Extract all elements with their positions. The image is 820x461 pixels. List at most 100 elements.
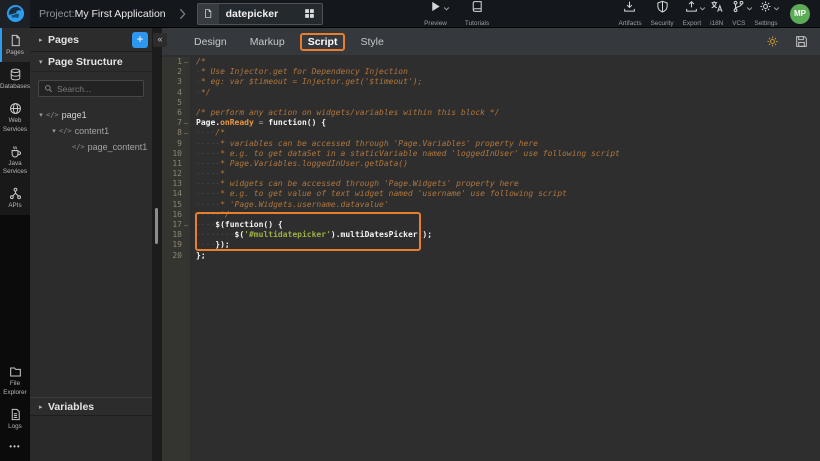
code-line: ·····* Page.Variables.loggedInUser.getDa… bbox=[196, 159, 620, 169]
artifacts-icon-wrap bbox=[623, 0, 636, 18]
code-line: ·····* bbox=[196, 169, 620, 179]
gutter-line: 10 bbox=[162, 149, 190, 159]
settings-icon-wrap bbox=[759, 0, 772, 18]
fold-spacer bbox=[182, 67, 190, 77]
tab-design[interactable]: Design bbox=[186, 33, 235, 51]
variables-title: Variables bbox=[48, 401, 94, 413]
code-token: * eg: var $timeout = Injector.get('$time… bbox=[201, 77, 423, 86]
add-page-button[interactable]: + bbox=[132, 32, 148, 48]
sidebar-item-databases[interactable]: Databases bbox=[0, 62, 30, 96]
security-button[interactable]: Security bbox=[651, 0, 674, 27]
code-line: ·* Use Injector.get for Dependency Injec… bbox=[196, 67, 620, 77]
sidebar-item-logs[interactable]: Logs bbox=[0, 402, 30, 436]
code-token: }); bbox=[215, 240, 229, 249]
code-token: onReady bbox=[220, 118, 254, 127]
artifacts-button[interactable]: Artifacts bbox=[618, 0, 641, 27]
sidebar-item-label: Databases bbox=[0, 83, 30, 91]
fold-spacer bbox=[182, 169, 190, 179]
sidebar-item-web-services[interactable]: Web Services bbox=[0, 96, 30, 138]
pages-panel-header[interactable]: ▸ Pages + bbox=[30, 28, 152, 52]
i18n-button[interactable]: i18N bbox=[710, 0, 723, 27]
indent-whitespace: ····· bbox=[196, 179, 220, 188]
code-token: = bbox=[254, 118, 268, 127]
fold-marker-icon[interactable]: – bbox=[182, 118, 190, 128]
security-icon-wrap bbox=[656, 0, 669, 18]
indent-whitespace: ···· bbox=[196, 220, 215, 229]
sidebar-item-pages[interactable]: Pages bbox=[0, 28, 30, 62]
search-box[interactable] bbox=[38, 80, 144, 97]
pages-icon bbox=[9, 34, 22, 47]
fold-spacer bbox=[182, 210, 190, 220]
panel-divider[interactable] bbox=[152, 28, 162, 461]
gutter-line: 13 bbox=[162, 179, 190, 189]
artifacts-icon bbox=[623, 0, 636, 18]
tree-item-label: page_content1 bbox=[88, 142, 148, 152]
fold-marker-icon[interactable]: – bbox=[182, 220, 190, 230]
script-editor[interactable]: 1–234567–8–91011121314151617–181920 /*·*… bbox=[162, 55, 820, 461]
code-token: function() { bbox=[268, 118, 326, 127]
tree-item-page_content1[interactable]: </>page_content1 bbox=[30, 139, 152, 155]
collapse-panel-icon[interactable]: « bbox=[153, 33, 167, 47]
tab-style[interactable]: Style bbox=[352, 33, 391, 51]
code-token: ). bbox=[331, 230, 341, 239]
code-line: ·····* e.g. to get dataSet in a staticVa… bbox=[196, 149, 620, 159]
sidebar-item-file-explorer[interactable]: File Explorer bbox=[0, 359, 30, 401]
save-icon[interactable] bbox=[795, 35, 808, 48]
file-explorer-icon bbox=[9, 365, 22, 378]
tree-item-page1[interactable]: ▾</>page1 bbox=[30, 107, 152, 123]
code-line: /* perform any action on widgets/variabl… bbox=[196, 108, 620, 118]
code-line: ·* eg: var $timeout = Injector.get('$tim… bbox=[196, 77, 620, 87]
fold-marker-icon[interactable]: – bbox=[182, 57, 190, 67]
preview-button[interactable]: Preview bbox=[424, 0, 447, 27]
editor-column: Design Markup Script Style 1–234567–8–91011… bbox=[162, 28, 820, 461]
grid-icon[interactable] bbox=[304, 8, 315, 19]
line-number: 14 bbox=[172, 189, 182, 199]
gutter-line: 20 bbox=[162, 251, 190, 261]
gutter-line: 4 bbox=[162, 88, 190, 98]
sidebar-item-apis[interactable]: APIs bbox=[0, 181, 30, 215]
code-lines[interactable]: /* ·* Use Injector.get for Dependency Inj… bbox=[190, 57, 620, 461]
caret-down-icon: ▾ bbox=[39, 58, 48, 66]
script-settings-gear-icon[interactable] bbox=[766, 35, 779, 48]
code-line: ········$('#multidatepicker').multiDates… bbox=[196, 230, 620, 240]
tutorials-button[interactable]: Tutorials bbox=[465, 0, 489, 27]
caret-down-icon: ▾ bbox=[36, 111, 46, 119]
tab-script[interactable]: Script bbox=[300, 33, 346, 51]
page-structure-header[interactable]: ▾ Page Structure bbox=[30, 52, 152, 72]
main-area: Pages Databases Web Services Java Services A… bbox=[0, 28, 820, 461]
app-logo[interactable] bbox=[0, 0, 30, 28]
sidebar-item-java-services[interactable]: Java Services bbox=[0, 139, 30, 181]
code-token: '#multidatepicker' bbox=[244, 230, 331, 239]
code-token: /* bbox=[215, 128, 225, 137]
settings-icon bbox=[759, 0, 772, 18]
code-line: ····$(function() { bbox=[196, 220, 620, 230]
open-page-tab[interactable]: datepicker bbox=[197, 3, 324, 25]
panel-bottom-spacer bbox=[30, 416, 152, 461]
gutter-line: 19 bbox=[162, 240, 190, 250]
sidebar-item-label: APIs bbox=[8, 202, 21, 210]
sidebar-item-label: Java Services bbox=[1, 160, 29, 176]
tab-markup[interactable]: Markup bbox=[242, 33, 293, 51]
search-input[interactable] bbox=[57, 84, 138, 94]
settings-button[interactable]: Settings bbox=[754, 0, 777, 27]
code-line: ·····* variables can be accessed through… bbox=[196, 139, 620, 149]
settings-label: Settings bbox=[754, 20, 777, 27]
more-options-icon[interactable]: ••• bbox=[0, 436, 30, 461]
indent-whitespace: ···· bbox=[196, 240, 215, 249]
tree-item-content1[interactable]: ▾</>content1 bbox=[30, 123, 152, 139]
export-button[interactable]: Export bbox=[683, 0, 701, 27]
panel-scrollbar[interactable] bbox=[155, 208, 158, 244]
i18n-icon-wrap bbox=[710, 0, 723, 18]
widget-code-icon: </> bbox=[72, 143, 85, 151]
code-token: Page bbox=[196, 118, 215, 127]
top-bar: Project:My First Application datepicker … bbox=[0, 0, 820, 28]
indent-whitespace: ····· bbox=[196, 210, 220, 219]
vcs-label: VCS bbox=[732, 20, 745, 27]
variables-header[interactable]: ▸ Variables bbox=[30, 397, 152, 416]
gutter-line: 12 bbox=[162, 169, 190, 179]
fold-spacer bbox=[182, 88, 190, 98]
user-avatar[interactable]: MP bbox=[790, 4, 810, 24]
fold-marker-icon[interactable]: – bbox=[182, 128, 190, 138]
search-container bbox=[30, 72, 152, 103]
vcs-button[interactable]: VCS bbox=[732, 0, 745, 27]
